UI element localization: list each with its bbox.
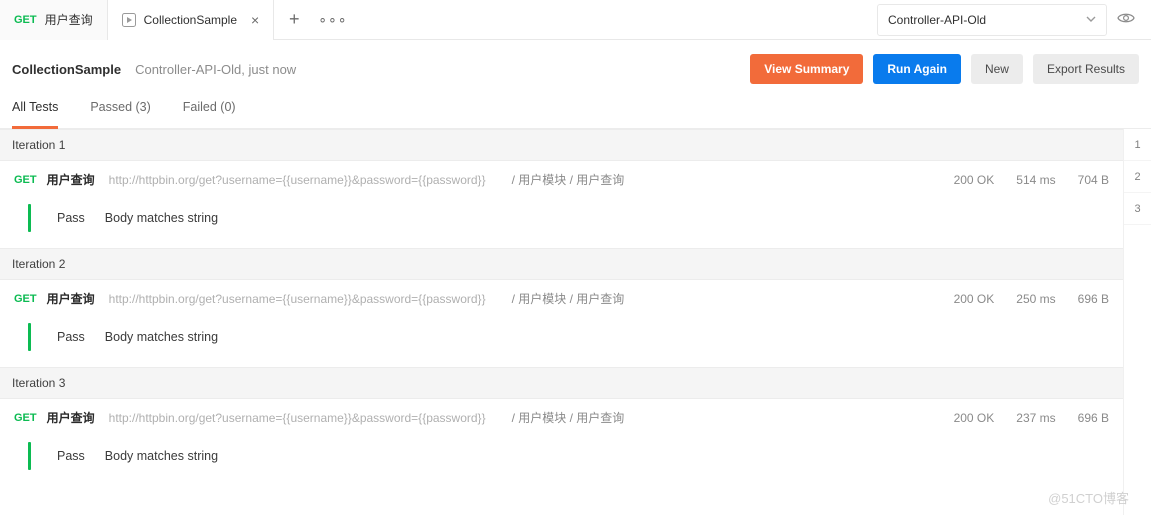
iteration-block: Iteration 2 GET 用户查询 http://httpbin.org/get… <box>0 248 1123 367</box>
export-results-button[interactable]: Export Results <box>1033 54 1139 84</box>
response-status: 200 OK <box>954 411 995 425</box>
iteration-header[interactable]: Iteration 3 <box>0 367 1123 399</box>
request-name: 用户查询 <box>47 290 95 307</box>
environment-selector[interactable]: Controller-API-Old <box>877 4 1107 36</box>
http-method-badge: GET <box>14 293 37 305</box>
http-method-badge: GET <box>14 14 37 26</box>
run-again-button[interactable]: Run Again <box>873 54 961 84</box>
request-row[interactable]: GET 用户查询 http://httpbin.org/get?username={… <box>0 280 1123 317</box>
test-result-row: Pass Body matches string <box>0 436 1123 486</box>
iteration-header[interactable]: Iteration 1 <box>0 129 1123 161</box>
new-run-button[interactable]: New <box>971 54 1023 84</box>
environment-preview-icon[interactable] <box>1117 9 1139 30</box>
environment-name: Controller-API-Old <box>888 13 986 27</box>
http-method-badge: GET <box>14 412 37 424</box>
http-method-badge: GET <box>14 174 37 186</box>
iteration-rail-item[interactable]: 1 <box>1124 129 1151 161</box>
request-folder-path: / 用户模块 / 用户查询 <box>512 290 625 307</box>
runner-header: CollectionSample Controller-API-Old, jus… <box>0 40 1151 94</box>
test-result-row: Pass Body matches string <box>0 198 1123 248</box>
watermark: @51CTO博客 <box>1048 488 1129 507</box>
test-result-row: Pass Body matches string <box>0 317 1123 367</box>
collection-title: CollectionSample <box>12 62 121 77</box>
response-size: 696 B <box>1078 411 1109 425</box>
response-time: 250 ms <box>1016 292 1055 306</box>
iteration-rail: 123 <box>1123 129 1151 515</box>
filter-passed[interactable]: Passed (3) <box>90 94 150 122</box>
request-url: http://httpbin.org/get?username={{userna… <box>109 292 486 306</box>
request-row[interactable]: GET 用户查询 http://httpbin.org/get?username={… <box>0 161 1123 198</box>
iteration-header[interactable]: Iteration 2 <box>0 248 1123 280</box>
request-name: 用户查询 <box>47 409 95 426</box>
runner-icon <box>122 13 136 27</box>
iteration-rail-item[interactable]: 3 <box>1124 193 1151 225</box>
request-url: http://httpbin.org/get?username={{userna… <box>109 411 486 425</box>
response-size: 696 B <box>1078 292 1109 306</box>
test-result-description: Body matches string <box>105 211 218 225</box>
test-result-status: Pass <box>51 449 85 463</box>
tab-overflow-button[interactable]: ∘∘∘ <box>314 11 347 28</box>
response-time: 514 ms <box>1016 173 1055 187</box>
view-summary-button[interactable]: View Summary <box>750 54 863 84</box>
new-tab-button[interactable]: + <box>274 9 314 30</box>
test-filter-tabs: All Tests Passed (3) Failed (0) <box>0 94 1151 129</box>
close-icon[interactable]: × <box>245 12 259 28</box>
filter-all-tests[interactable]: All Tests <box>12 94 58 122</box>
test-result-status: Pass <box>51 330 85 344</box>
response-size: 704 B <box>1078 173 1109 187</box>
tab-request[interactable]: GET 用户查询 <box>0 0 108 40</box>
results-list: Iteration 1 GET 用户查询 http://httpbin.org/get… <box>0 129 1123 515</box>
pass-indicator-bar <box>28 204 31 232</box>
request-row[interactable]: GET 用户查询 http://httpbin.org/get?username={… <box>0 399 1123 436</box>
tab-label: CollectionSample <box>144 13 237 27</box>
pass-indicator-bar <box>28 442 31 470</box>
request-folder-path: / 用户模块 / 用户查询 <box>512 171 625 188</box>
chevron-down-icon <box>1086 13 1096 27</box>
test-result-description: Body matches string <box>105 330 218 344</box>
request-folder-path: / 用户模块 / 用户查询 <box>512 409 625 426</box>
tab-bar: GET 用户查询 CollectionSample × + ∘∘∘ Contro… <box>0 0 1151 40</box>
pass-indicator-bar <box>28 323 31 351</box>
response-status: 200 OK <box>954 292 995 306</box>
tab-label: 用户查询 <box>45 11 93 28</box>
run-meta: Controller-API-Old, just now <box>135 62 296 77</box>
response-status: 200 OK <box>954 173 995 187</box>
request-name: 用户查询 <box>47 171 95 188</box>
request-url: http://httpbin.org/get?username={{userna… <box>109 173 486 187</box>
test-result-description: Body matches string <box>105 449 218 463</box>
filter-failed[interactable]: Failed (0) <box>183 94 236 122</box>
iteration-block: Iteration 3 GET 用户查询 http://httpbin.org/get… <box>0 367 1123 486</box>
response-time: 237 ms <box>1016 411 1055 425</box>
test-result-status: Pass <box>51 211 85 225</box>
iteration-rail-item[interactable]: 2 <box>1124 161 1151 193</box>
tab-runner-active[interactable]: CollectionSample × <box>108 0 275 40</box>
iteration-block: Iteration 1 GET 用户查询 http://httpbin.org/get… <box>0 129 1123 248</box>
